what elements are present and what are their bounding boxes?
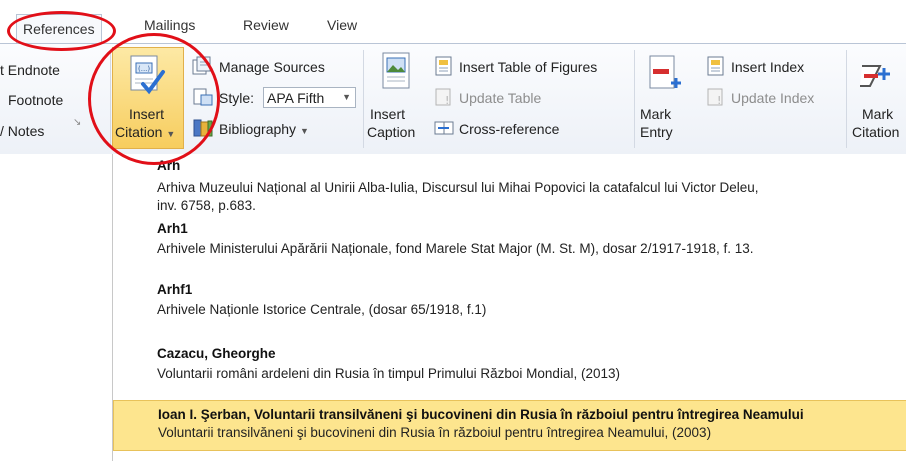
document-margin: [0, 154, 112, 461]
source-detail: Arhivele Ministerului Apărării Naționale…: [157, 241, 754, 256]
chevron-down-icon: ▼: [299, 126, 309, 136]
insert-caption-button[interactable]: Insert Caption: [367, 48, 425, 148]
source-detail: Voluntarii români ardeleni din Rusia în …: [157, 366, 620, 381]
group-separator: [363, 50, 364, 148]
source-title: Arh: [157, 158, 181, 173]
style-dropdown-value: APA Fifth: [267, 90, 325, 106]
chevron-down-icon: ▼: [342, 92, 351, 102]
insert-index-icon: [707, 56, 724, 76]
source-item[interactable]: Arh Arhiva Muzeului Național al Unirii A…: [157, 158, 759, 215]
insert-index-button[interactable]: Insert Index: [731, 59, 804, 75]
insert-table-of-figures-button[interactable]: Insert Table of Figures: [459, 59, 597, 75]
source-item[interactable]: Cazacu, Gheorghe Voluntarii români ardel…: [157, 346, 620, 383]
mark-citation-label-1: Mark: [862, 106, 894, 122]
insert-caption-label-1: Insert: [370, 106, 406, 122]
tab-mailings[interactable]: Mailings: [144, 17, 195, 33]
mark-entry-label-1: Mark: [640, 106, 672, 122]
cross-reference-button[interactable]: Cross-reference: [459, 121, 559, 137]
next-footnote-button[interactable]: Footnote: [8, 92, 63, 108]
svg-text:!: !: [445, 94, 449, 107]
update-index-icon: !: [707, 88, 723, 107]
source-title: Ioan I. Şerban, Voluntarii transilvăneni…: [158, 407, 804, 422]
show-notes-button[interactable]: / Notes: [0, 123, 44, 139]
update-table-icon: !: [435, 88, 451, 107]
style-dropdown[interactable]: APA Fifth ▼: [263, 87, 356, 108]
source-item[interactable]: Arh1 Arhivele Ministerului Apărării Nați…: [157, 221, 754, 258]
manage-sources-button[interactable]: Manage Sources: [219, 59, 325, 75]
annotation-circle: [7, 11, 116, 51]
source-title: Arh1: [157, 221, 188, 236]
source-item-selected[interactable]: Ioan I. Şerban, Voluntarii transilvăneni…: [113, 400, 906, 451]
source-detail: Arhiva Muzeului Național al Unirii Alba-…: [157, 180, 759, 195]
mark-entry-label-2: Entry: [640, 124, 673, 140]
svg-text:!: !: [717, 94, 721, 107]
group-separator: [634, 50, 635, 148]
mark-entry-button[interactable]: Mark Entry: [640, 48, 690, 148]
insert-caption-icon: [382, 52, 410, 89]
insert-table-of-figures-icon: [435, 56, 452, 76]
dialog-launcher-icon[interactable]: ↘: [73, 117, 81, 128]
source-item[interactable]: Arhf1 Arhivele Naționle Istorice Central…: [157, 282, 486, 319]
mark-citation-button[interactable]: Mark Citation: [848, 48, 906, 148]
mark-entry-icon: [649, 55, 681, 89]
annotation-circle: [88, 33, 220, 165]
insert-endnote-button[interactable]: t Endnote: [0, 62, 60, 78]
cross-reference-icon: [434, 121, 454, 135]
group-separator: [846, 50, 847, 148]
source-title: Cazacu, Gheorghe: [157, 346, 276, 361]
source-title: Arhf1: [157, 282, 193, 297]
update-table-button[interactable]: Update Table: [459, 90, 541, 106]
mark-citation-label-2: Citation: [852, 124, 900, 140]
style-label: Style:: [219, 90, 255, 106]
bibliography-button[interactable]: Bibliography ▼: [219, 121, 309, 137]
tab-review[interactable]: Review: [243, 17, 289, 33]
source-detail: Arhivele Naționle Istorice Centrale, (do…: [157, 302, 487, 317]
source-detail: inv. 6758, p.683.: [157, 198, 256, 213]
insert-caption-label-2: Caption: [367, 124, 416, 140]
insert-citation-gallery: Arh Arhiva Muzeului Național al Unirii A…: [112, 154, 906, 461]
update-index-button[interactable]: Update Index: [731, 90, 814, 106]
tab-view[interactable]: View: [327, 17, 357, 33]
mark-citation-icon: [860, 65, 890, 87]
source-detail: Voluntarii transilvăneni şi bucovineni d…: [158, 425, 712, 440]
